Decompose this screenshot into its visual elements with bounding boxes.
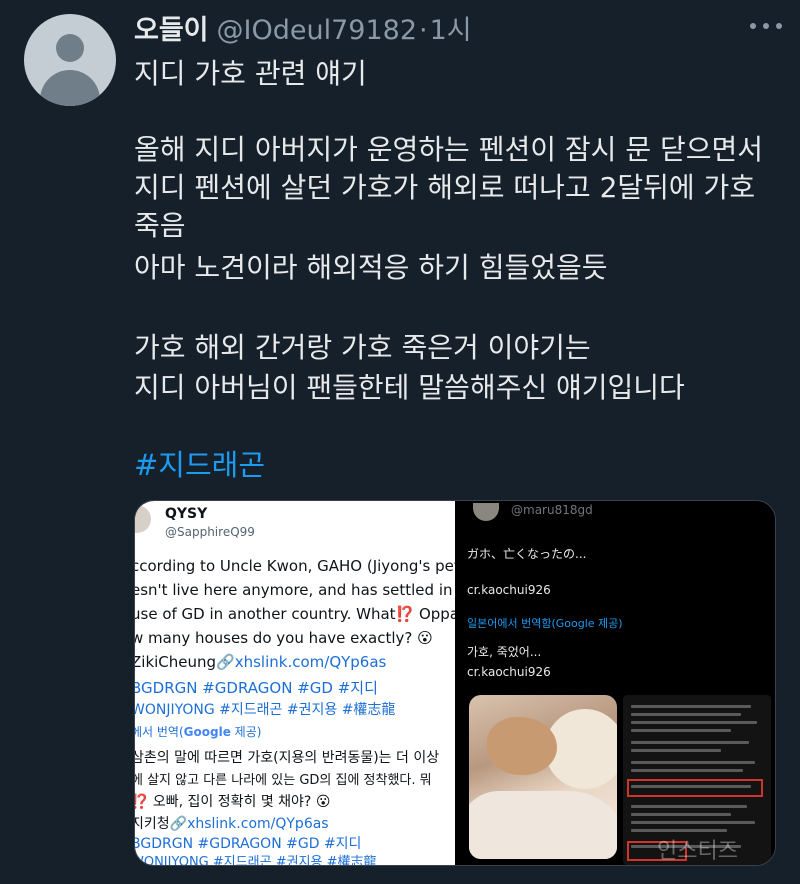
dog-photo[interactable]	[469, 695, 617, 859]
link-icon: 🔗	[169, 816, 188, 832]
tweet-text-line: 아마 노견이라 해외적응 하기 힘들었을듯	[134, 251, 608, 284]
quoted-text-line: w many houses do you have exactly? 😮	[135, 629, 433, 647]
media-image-left[interactable]: QYSY @SapphireQ99 ccording to Uncle Kwon…	[135, 501, 455, 866]
translated-credit: cr.kaochui926	[467, 665, 551, 679]
dog-shape	[487, 717, 557, 775]
translated-text: 가호, 죽었어...	[467, 645, 542, 659]
quoted-tags-line: WONJIYONG #지드래곤 #권지용 #權志龍	[135, 702, 396, 718]
quoted-name: QYSY	[165, 506, 208, 522]
tweet-text-line: 가호 해외 간거랑 가호 죽은거 이야기는	[134, 331, 591, 364]
quoted-text-line: ZikiCheung🔗xhslink.com/QYp6as	[135, 653, 386, 671]
avatar-body-shape	[40, 70, 100, 106]
translated-line: 에 살지 않고 다른 나라에 있는 GD의 집에 정착했다. 뭐	[135, 773, 432, 788]
translated-tags-line: WONJIYONG #지드래곤 #권지용 #權志龍	[135, 855, 377, 866]
tweet-text-line: 지디 가호 관련 얘기	[134, 57, 367, 90]
translate-label: 에서 번역(Google 제공)	[135, 725, 262, 739]
quoted-text: ガホ、亡くなったの...	[467, 547, 587, 561]
more-options-icon[interactable]	[746, 14, 786, 38]
quoted-text-line: ccording to Uncle Kwon, GAHO (Jiyong's p…	[135, 557, 455, 575]
tweet-text-line: 지디 펜션에 살던 가호가 해외로 떠나고 2달뒤에 가호	[134, 171, 756, 204]
media-grid: QYSY @SapphireQ99 ccording to Uncle Kwon…	[134, 500, 776, 866]
quoted-tags-line: BGDRGN #GDRAGON #GD #지디	[135, 679, 378, 697]
quoted-credit: cr.kaochui926	[467, 583, 551, 597]
tweet-text-line: 지디 아버님이 팬들한테 말씀해주신 얘기입니다	[134, 371, 685, 404]
tweet-text-line: 죽음	[134, 209, 186, 242]
tweet-time[interactable]: 1시	[430, 8, 472, 47]
quoted-handle: @SapphireQ99	[165, 525, 255, 539]
display-name[interactable]: 오들이	[134, 8, 209, 47]
tweet-text-line: 올해 지디 아버지가 운영하는 펜션이 잠시 문 닫으면서	[134, 133, 764, 166]
quoted-link: xhslink.com/QYp6as	[234, 653, 387, 671]
avatar-head-shape	[56, 34, 84, 62]
tweet-header: 오들이 @IOdeul79182 · 1시	[134, 8, 740, 48]
quoted-avatar	[473, 503, 499, 521]
user-avatar[interactable]	[24, 14, 116, 106]
translate-label: 일본어에서 번역함(Google 제공)	[467, 617, 623, 630]
translated-line: ⁉️ 오빠, 집이 정확히 몇 채야? 😮	[135, 794, 331, 810]
link-icon: 🔗	[216, 653, 235, 671]
quoted-text-line: esn't live here anymore, and has settled…	[135, 581, 455, 599]
user-handle[interactable]: @IOdeul79182	[217, 15, 417, 46]
quoted-avatar	[135, 505, 151, 533]
quoted-author: ZikiCheung	[135, 653, 217, 671]
hashtag-link[interactable]: #지드래곤	[134, 442, 265, 484]
quoted-handle: @maru818gd	[511, 503, 593, 517]
translated-line: 삼촌의 말에 따르면 가호(지용의 반려동물)는 더 이상	[135, 750, 440, 766]
translated-line: 지키청🔗xhslink.com/QYp6as	[135, 816, 329, 832]
media-image-right[interactable]: @maru818gd ガホ、亡くなったの... cr.kaochui926 일본…	[457, 501, 775, 865]
translated-tags-line: BGDRGN #GDRAGON #GD #지디	[135, 836, 362, 852]
google-label: Google	[183, 725, 231, 739]
quoted-text-line: use of GD in another country. What⁉️ Opp…	[135, 605, 455, 623]
watermark: 인스티즈	[657, 839, 738, 864]
separator-dot: ·	[419, 15, 428, 46]
